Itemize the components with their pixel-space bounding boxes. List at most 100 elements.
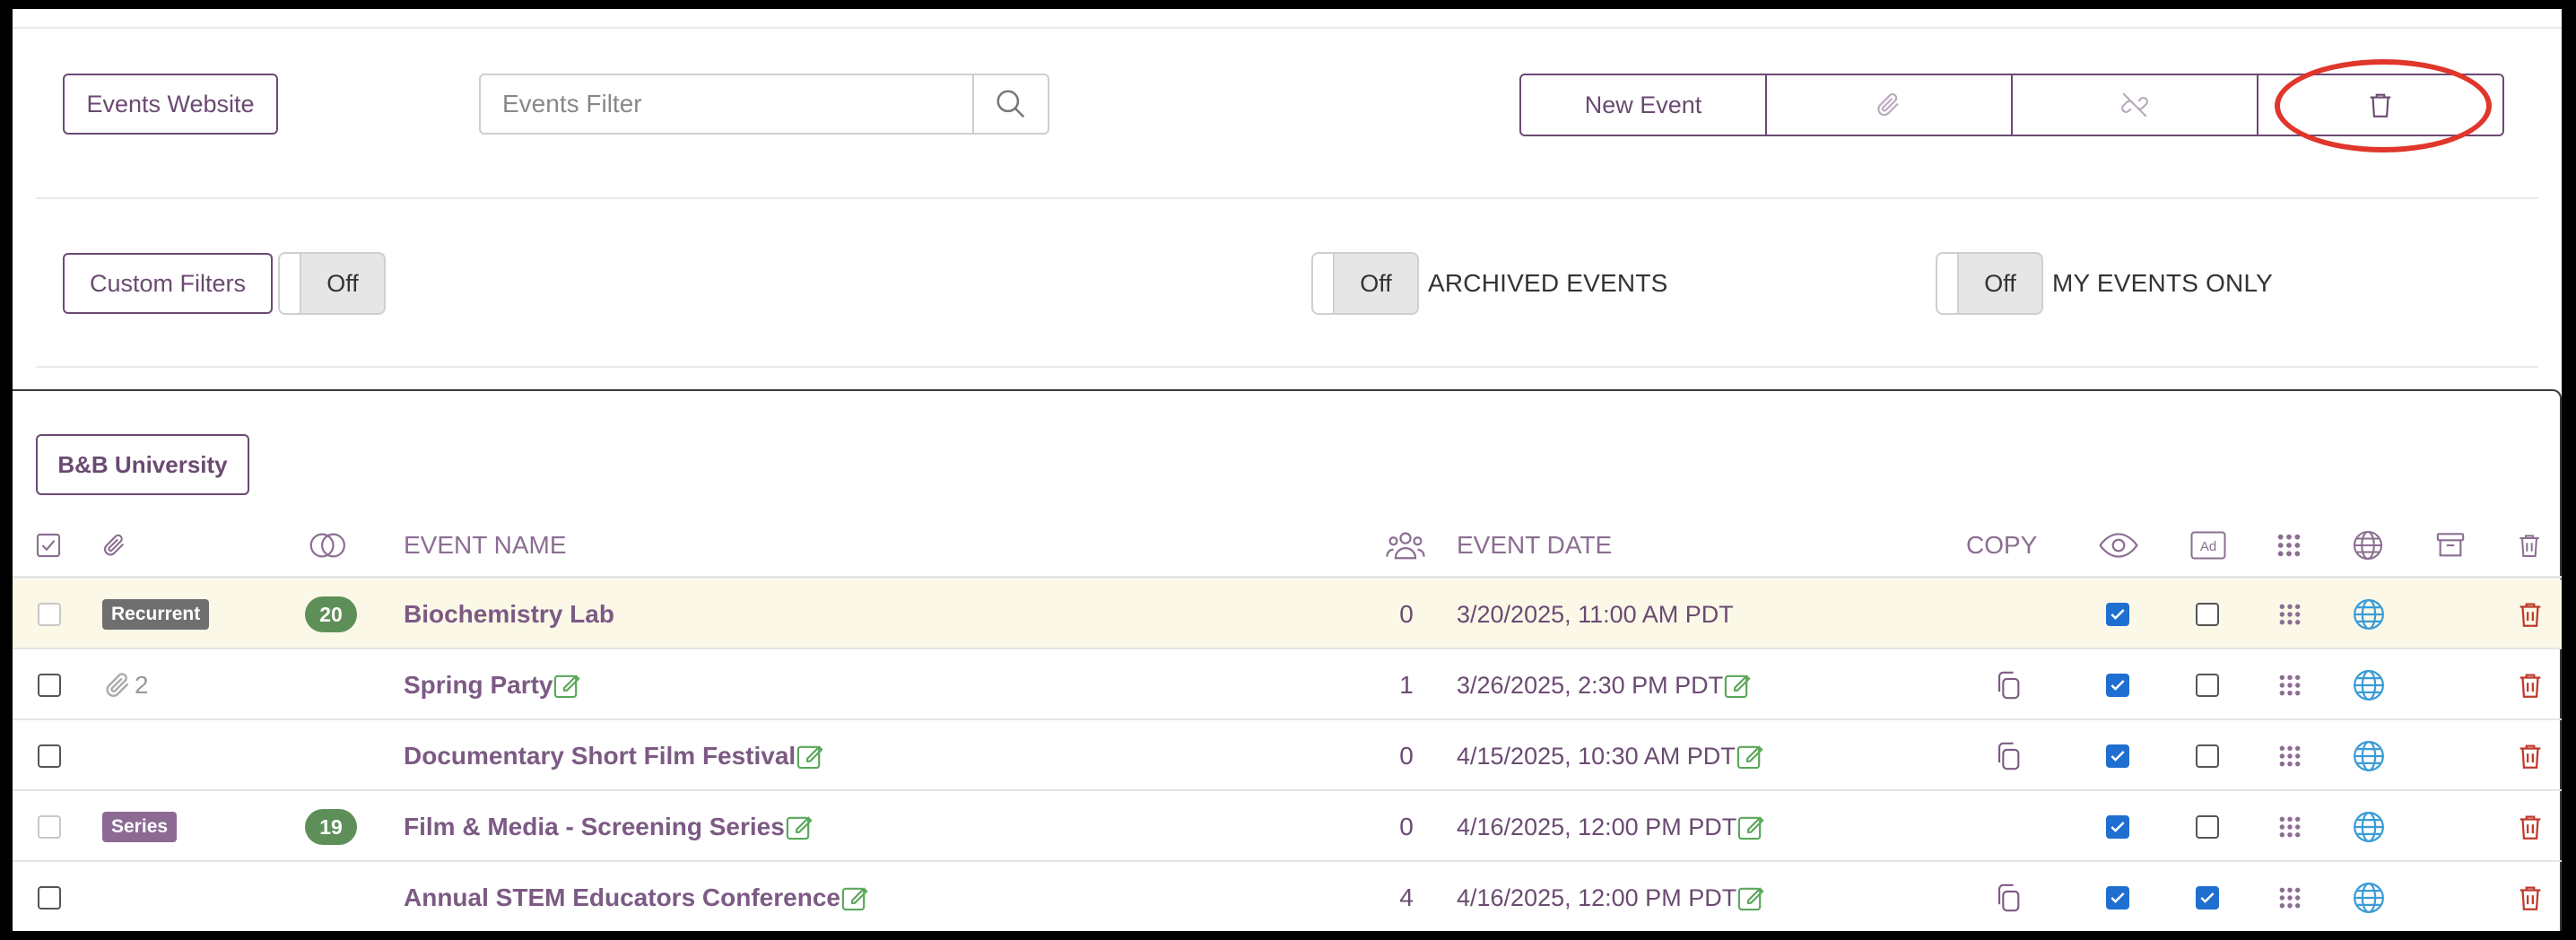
events-website-button[interactable]: Events Website — [63, 74, 278, 135]
organization-button[interactable]: B&B University — [36, 434, 249, 495]
select-all-checkbox[interactable] — [34, 520, 63, 570]
attach-button[interactable] — [1765, 74, 2013, 136]
attendee-count: 0 — [1399, 813, 1414, 840]
visibility-checkbox[interactable] — [2106, 886, 2129, 910]
grid-cell[interactable] — [2278, 863, 2302, 931]
delete-cell[interactable] — [2515, 721, 2546, 791]
visibility-checkbox[interactable] — [2106, 603, 2129, 626]
attachments-cell[interactable]: 2 — [102, 650, 149, 720]
globe-icon — [2354, 741, 2384, 771]
copy-cell[interactable] — [1993, 650, 2023, 720]
filters-divider — [36, 366, 2538, 368]
linked-count-badge: 19 — [305, 809, 357, 845]
event-date-cell: 4/15/2025, 10:30 AM PDT — [1457, 721, 1764, 791]
search-icon — [996, 90, 1025, 118]
event-name-link[interactable]: Spring Party — [404, 671, 553, 700]
website-cell[interactable] — [2352, 863, 2386, 931]
search-button[interactable] — [972, 75, 1048, 133]
svg-text:Ad: Ad — [2200, 539, 2216, 554]
linked-count-cell: 20 — [305, 579, 357, 649]
custom-filters-toggle[interactable]: Off — [278, 252, 386, 315]
website-cell[interactable] — [2352, 579, 2386, 649]
trash-icon — [2519, 744, 2541, 769]
copy-icon — [1998, 883, 2020, 912]
events-filter-input[interactable] — [481, 75, 972, 133]
visibility-checkbox[interactable] — [2106, 744, 2129, 768]
visibility-cell — [2106, 863, 2129, 931]
new-event-button[interactable]: New Event — [1519, 74, 1767, 136]
grid-cell[interactable] — [2278, 579, 2302, 649]
ad-checkbox[interactable] — [2196, 674, 2219, 697]
ad-checkbox[interactable] — [2196, 603, 2219, 626]
website-cell[interactable] — [2352, 650, 2386, 720]
grid-dots-icon — [2279, 816, 2301, 838]
event-actions: New Event — [1519, 74, 2504, 136]
event-name-cell: Spring Party — [404, 650, 581, 720]
row-select-checkbox[interactable] — [38, 744, 61, 768]
event-name-link[interactable]: Biochemistry Lab — [404, 600, 614, 629]
event-name-link[interactable]: Film & Media - Screening Series — [404, 813, 785, 841]
table-row[interactable]: Documentary Short Film Festival 0 4/15/202… — [13, 721, 2562, 791]
delete-cell[interactable] — [2515, 579, 2546, 649]
top-divider — [13, 27, 2562, 29]
attendees-cell: 1 — [1385, 650, 1428, 720]
row-select-cell — [38, 721, 61, 791]
copy-icon — [1998, 742, 2020, 770]
events-filter — [479, 74, 1049, 135]
event-name-link[interactable]: Annual STEM Educators Conference — [404, 883, 840, 912]
trash-icon — [2519, 674, 2541, 698]
archive-icon — [2436, 533, 2465, 557]
visibility-checkbox[interactable] — [2106, 815, 2129, 839]
table-row[interactable]: 2 Spring Party 1 3/26/2025, 2:30 PM PDT — [13, 650, 2562, 720]
row-select-cell — [38, 650, 61, 720]
delete-header — [2515, 520, 2544, 570]
checkmark-icon — [2110, 680, 2125, 691]
custom-filters-button[interactable]: Custom Filters — [63, 253, 273, 314]
copy-cell[interactable] — [1993, 863, 2023, 931]
table-row[interactable]: Annual STEM Educators Conference 4 4/16/20… — [13, 863, 2562, 931]
edit-icon — [1738, 816, 1764, 840]
event-name-link[interactable]: Documentary Short Film Festival — [404, 742, 796, 770]
grid-cell[interactable] — [2278, 650, 2302, 720]
archived-events-toggle[interactable]: Off — [1311, 252, 1419, 315]
ad-checkbox[interactable] — [2196, 744, 2219, 768]
copy-cell[interactable] — [1993, 721, 2023, 791]
delete-button[interactable] — [2257, 74, 2504, 136]
header-divider — [13, 576, 2562, 579]
event-name-cell: Biochemistry Lab — [404, 579, 614, 649]
website-cell[interactable] — [2352, 721, 2386, 791]
delete-cell[interactable] — [2515, 650, 2546, 720]
row-select-checkbox — [38, 603, 61, 626]
table-row[interactable]: Series 19 Film & Media - Screening Series 0… — [13, 792, 2562, 862]
my-events-only-label: MY EVENTS ONLY — [2052, 269, 2274, 297]
event-name-header[interactable]: EVENT NAME — [404, 520, 567, 570]
paperclip-icon — [106, 673, 129, 697]
row-select-checkbox[interactable] — [38, 674, 61, 697]
ad-checkbox[interactable] — [2196, 886, 2219, 910]
delete-cell[interactable] — [2515, 863, 2546, 931]
row-select-checkbox[interactable] — [38, 886, 61, 910]
website-cell[interactable] — [2352, 792, 2386, 862]
visibility-checkbox[interactable] — [2106, 674, 2129, 697]
event-name-cell: Documentary Short Film Festival — [404, 721, 824, 791]
unlink-button[interactable] — [2011, 74, 2258, 136]
grid-dots-icon — [2279, 887, 2301, 909]
event-date-cell: 4/16/2025, 12:00 PM PDT — [1457, 792, 1765, 862]
attendees-header — [1385, 520, 1426, 570]
row-select-checkbox — [38, 815, 61, 839]
delete-cell[interactable] — [2515, 792, 2546, 862]
grid-cell[interactable] — [2278, 792, 2302, 862]
ad-checkbox[interactable] — [2196, 815, 2219, 839]
grid-cell[interactable] — [2278, 721, 2302, 791]
visibility-cell — [2106, 792, 2129, 862]
paperclip-icon — [1877, 93, 1899, 117]
grid-dots-icon — [2279, 745, 2301, 767]
checkmark-icon — [2110, 751, 2125, 762]
my-events-only-toggle[interactable]: Off — [1936, 252, 2043, 315]
event-date-header[interactable]: EVENT DATE — [1457, 520, 1612, 570]
visibility-header — [2099, 520, 2138, 570]
event-date-cell: 4/16/2025, 12:00 PM PDT — [1457, 863, 1765, 931]
unlink-icon — [2121, 92, 2148, 118]
table-row[interactable]: Recurrent 20 Biochemistry Lab 0 3/20/2025, 1… — [13, 579, 2562, 649]
toggle-knob — [280, 254, 301, 313]
